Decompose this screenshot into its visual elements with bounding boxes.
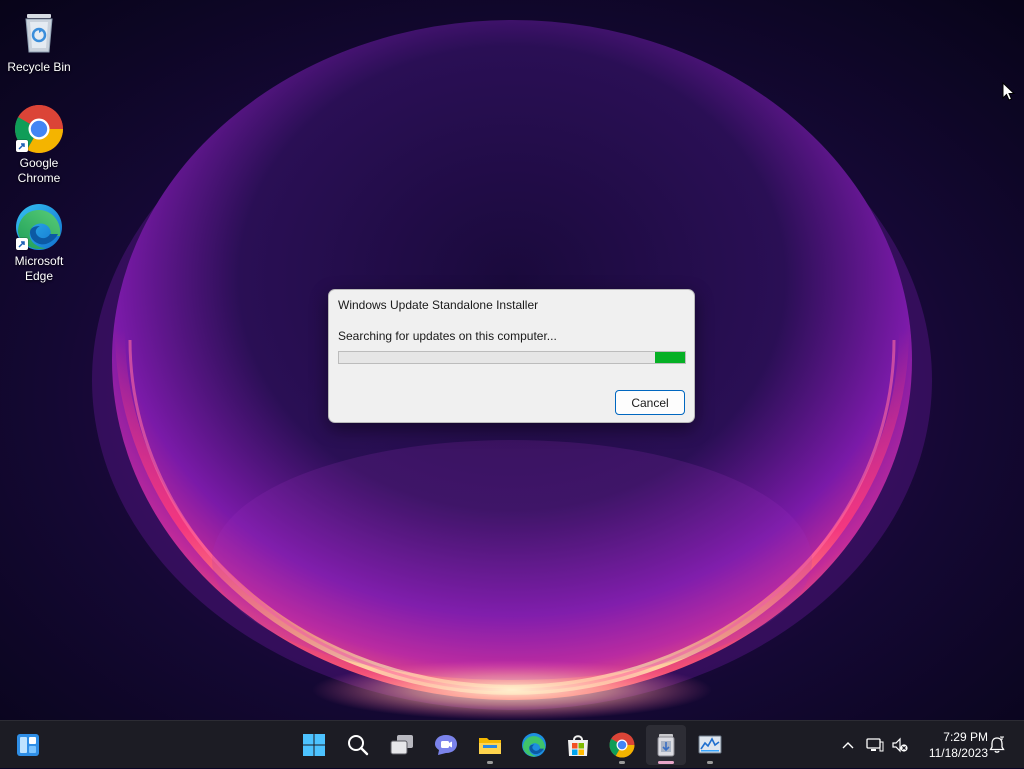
desktop-icon-label: Microsoft Edge xyxy=(14,254,64,283)
microsoft-store-icon xyxy=(568,735,588,756)
shortcut-arrow-icon xyxy=(16,140,28,152)
clock-time: 7:29 PM xyxy=(943,730,988,744)
file-explorer-icon xyxy=(479,738,501,754)
task-view-button[interactable] xyxy=(382,725,422,765)
chrome-taskbar-button[interactable] xyxy=(602,725,642,765)
desktop-icon-recycle-bin[interactable]: Recycle Bin xyxy=(4,8,74,75)
running-indicator xyxy=(487,761,493,764)
desktop-icon-label: Recycle Bin xyxy=(7,60,71,74)
windows-update-installer-icon xyxy=(657,734,675,757)
mouse-cursor-icon xyxy=(1002,81,1016,102)
volume-button[interactable] xyxy=(889,721,911,769)
running-indicator xyxy=(707,761,713,764)
windows-update-installer-taskbar-button[interactable] xyxy=(646,725,686,765)
volume-muted-icon xyxy=(892,737,908,753)
progress-bar-marquee-segment xyxy=(655,352,685,363)
active-indicator xyxy=(658,761,674,764)
show-hidden-icons-button[interactable] xyxy=(836,721,860,769)
search-button[interactable] xyxy=(338,725,378,765)
running-indicator xyxy=(619,761,625,764)
start-icon xyxy=(303,734,325,756)
file-explorer-button[interactable] xyxy=(470,725,510,765)
chrome-icon xyxy=(609,732,635,758)
search-icon xyxy=(348,735,369,756)
recycle-bin-icon xyxy=(14,8,64,58)
widgets-button[interactable] xyxy=(8,725,48,765)
microsoft-store-button[interactable] xyxy=(558,725,598,765)
network-icon xyxy=(866,738,884,752)
network-status-button[interactable] xyxy=(864,721,886,769)
windows-update-installer-dialog: Windows Update Standalone Installer Sear… xyxy=(328,289,695,423)
chat-icon xyxy=(435,735,457,755)
progress-bar xyxy=(338,351,686,364)
edge-icon xyxy=(522,733,546,757)
shortcut-arrow-icon xyxy=(16,238,28,250)
cancel-button[interactable]: Cancel xyxy=(615,390,685,415)
desktop-icon-label: Google Chrome xyxy=(17,156,61,185)
edge-icon xyxy=(14,202,64,252)
dialog-title: Windows Update Standalone Installer xyxy=(338,298,539,312)
clock-date: 11/18/2023 xyxy=(928,746,988,760)
chevron-up-icon xyxy=(842,742,854,749)
desktop-icon-microsoft-edge[interactable]: Microsoft Edge xyxy=(4,202,74,284)
edge-taskbar-button[interactable] xyxy=(514,725,554,765)
widgets-icon xyxy=(17,734,39,756)
chat-button[interactable] xyxy=(426,725,466,765)
task-view-icon xyxy=(390,735,413,755)
resource-monitor-icon xyxy=(698,735,722,754)
start-button[interactable] xyxy=(294,725,334,765)
dialog-message: Searching for updates on this computer..… xyxy=(338,329,557,343)
notifications-button[interactable] xyxy=(986,721,1008,769)
resource-monitor-button[interactable] xyxy=(690,725,730,765)
notification-bell-icon xyxy=(989,736,1005,753)
taskbar: 7:29 PM 11/18/2023 xyxy=(0,720,1024,768)
chrome-icon xyxy=(14,104,64,154)
clock[interactable]: 7:29 PM 11/18/2023 xyxy=(916,729,988,761)
desktop-icon-google-chrome[interactable]: Google Chrome xyxy=(4,104,74,186)
